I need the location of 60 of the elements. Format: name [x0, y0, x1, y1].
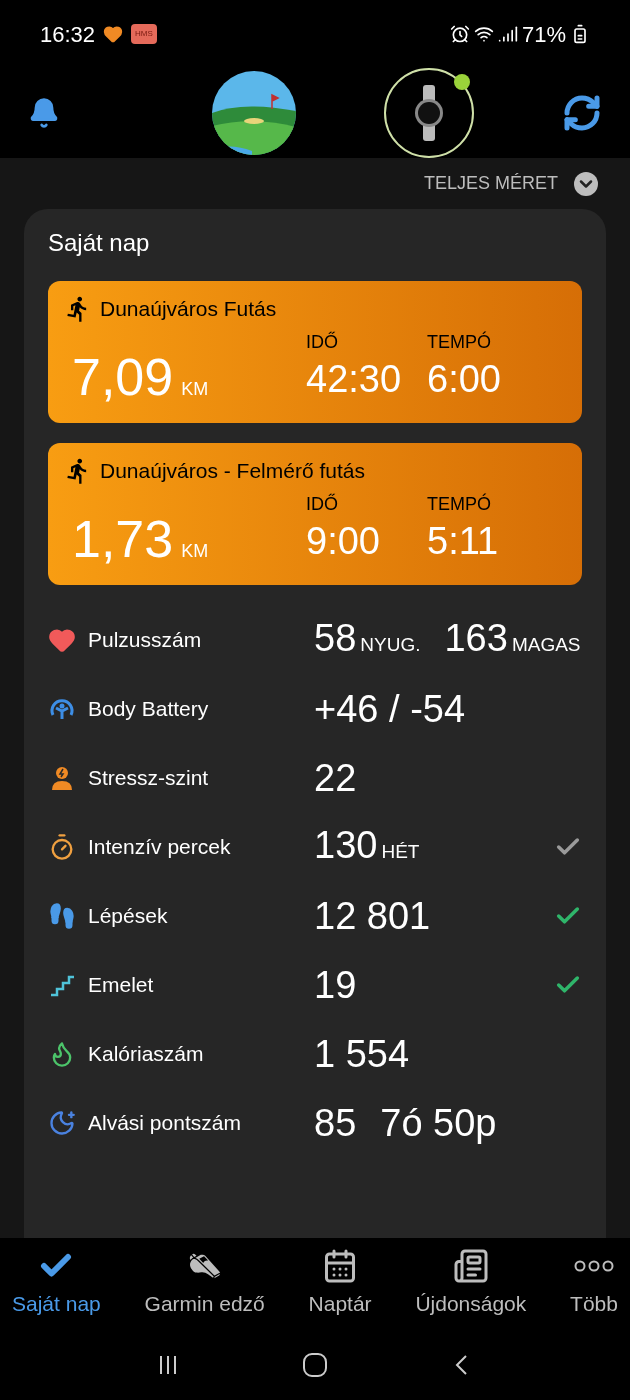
- metric-value: +46 / -54: [314, 689, 466, 728]
- sync-icon[interactable]: [562, 93, 602, 133]
- moon-star-icon: [48, 1108, 76, 1137]
- metric-value: 7ó 50p: [380, 1103, 497, 1142]
- wifi-icon: [473, 24, 494, 44]
- metric-unit: NYUG.: [360, 633, 421, 658]
- activity-title: Dunaújváros Futás: [100, 296, 277, 322]
- activity-title: Dunaújváros - Felmérő futás: [100, 458, 365, 484]
- distance-unit: KM: [181, 540, 209, 563]
- home-icon[interactable]: [301, 1351, 329, 1379]
- metric-label: Stressz-szint: [88, 764, 209, 791]
- activity-card[interactable]: Dunaújváros - Felmérő futás 1,73 KM IDŐ 9:00 TEMPÓ 5:11: [48, 443, 582, 585]
- card-title: Saját nap: [48, 228, 151, 258]
- stat-label: IDŐ: [306, 330, 339, 354]
- stat-label: TEMPÓ: [427, 330, 492, 354]
- smartwatch-icon: [413, 85, 445, 141]
- dropdown-toggle[interactable]: [574, 171, 598, 196]
- metric-label: Alvási pontszám: [88, 1109, 241, 1136]
- view-size-label[interactable]: TELJES MÉRET: [423, 170, 558, 197]
- alarm-icon: [449, 24, 470, 44]
- metric-label: Lépések: [88, 902, 168, 929]
- more-icon: [574, 1260, 615, 1273]
- metric-unit: MAGAS: [511, 633, 581, 658]
- footprints-icon: [48, 901, 76, 930]
- stat-label: TEMPÓ: [427, 492, 492, 516]
- notifications-bell-icon[interactable]: [28, 97, 60, 129]
- stat-value: 5:11: [427, 518, 500, 564]
- nav-tab[interactable]: Több: [570, 1248, 618, 1320]
- metric-label: Pulzusszám: [88, 626, 202, 653]
- distance-value: 1,73: [72, 513, 174, 565]
- heart-app-icon: [103, 24, 124, 44]
- metric-label: Body Battery: [88, 695, 209, 722]
- metric-label: Kalóriaszám: [88, 1040, 204, 1067]
- metric-value: 19: [314, 965, 357, 1004]
- distance-unit: KM: [181, 378, 209, 401]
- activity-card[interactable]: Dunaújváros Futás 7,09 KM IDŐ 42:30 TEMPÓ 6:00: [48, 281, 582, 423]
- stat-label: IDŐ: [306, 492, 339, 516]
- distance-value: 7,09: [72, 351, 174, 403]
- battery-percent: 71%: [521, 20, 566, 49]
- nav-tab[interactable]: Garmin edző: [144, 1248, 265, 1320]
- clock-time: 16:32: [40, 20, 96, 49]
- metric-value: 58: [314, 619, 357, 658]
- metric-label: Emelet: [88, 971, 154, 998]
- metric-value: 163: [444, 619, 508, 658]
- signal-icon: [497, 24, 518, 44]
- newspaper-icon: [452, 1248, 489, 1285]
- metric-value: 12 801: [314, 896, 431, 935]
- stat-value: 9:00: [306, 518, 381, 564]
- metric-unit: HÉT: [381, 840, 420, 865]
- stat-value: 42:30: [306, 356, 403, 402]
- metric-value: 130: [314, 826, 378, 865]
- metric-value: 85: [314, 1103, 357, 1142]
- metric-value: 22: [314, 758, 357, 797]
- metric-label: Intenzív percek: [88, 833, 231, 860]
- app-badge: HMS: [131, 24, 157, 44]
- nav-tab[interactable]: Újdonságok: [415, 1248, 527, 1320]
- nav-tab[interactable]: Saját nap: [12, 1248, 101, 1320]
- metric-value: 1 554: [314, 1034, 410, 1073]
- stat-value: 6:00: [427, 356, 502, 402]
- nav-tab[interactable]: Naptár: [308, 1248, 372, 1320]
